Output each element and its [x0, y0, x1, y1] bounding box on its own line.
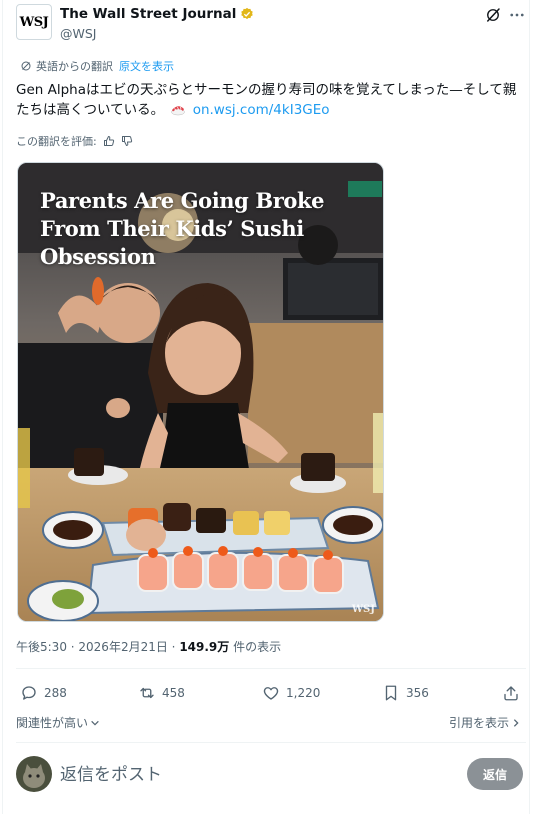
thumbs-up-icon[interactable] [103, 135, 115, 147]
tweet-media-photo[interactable]: Parents Are Going Broke From Their Kids’… [17, 162, 384, 622]
author-avatar[interactable]: WSJ [16, 4, 52, 40]
cat-avatar-icon [16, 756, 52, 792]
meta-separator: · [66, 640, 79, 654]
more-options-icon[interactable] [508, 6, 526, 24]
rate-translation-row: この翻訳を評価: [16, 133, 133, 149]
repost-icon[interactable] [138, 684, 156, 702]
reply-input[interactable]: 返信をポスト [60, 760, 162, 785]
meta-separator-2: · [167, 640, 180, 654]
tweet-link[interactable]: on.wsj.com/4kI3GEo [193, 102, 330, 118]
media-watermark: WSJ [351, 604, 375, 615]
views-label: 件の表示 [229, 640, 282, 654]
translation-label: 英語からの翻訳 [36, 60, 113, 73]
reply-icon[interactable] [20, 684, 38, 702]
timeline-border-left [2, 0, 3, 814]
author-handle[interactable]: @WSJ [60, 26, 96, 41]
verified-badge-icon[interactable] [240, 7, 254, 21]
divider-bottom [16, 742, 526, 743]
tweet-meta: 午後5:30 · 2026年2月21日 · 149.9万 件の表示 [16, 638, 281, 655]
avatar-text: WSJ [19, 14, 49, 30]
like-count: 1,220 [286, 686, 321, 700]
translate-icon [21, 61, 31, 71]
heart-icon[interactable] [262, 684, 280, 702]
user-avatar[interactable] [16, 756, 52, 792]
show-original-link[interactable]: 原文を表示 [119, 58, 174, 74]
reply-count: 288 [44, 686, 67, 700]
like-action[interactable]: 1,220 [262, 684, 320, 702]
divider-top [16, 668, 526, 669]
rate-translation-label: この翻訳を評価: [16, 135, 97, 148]
repost-count: 458 [162, 686, 185, 700]
thumbs-down-icon[interactable] [121, 135, 133, 147]
media-headline: Parents Are Going Broke From Their Kids’… [40, 188, 325, 269]
chevron-right-icon [513, 718, 519, 727]
view-quotes-link[interactable]: 引用を表示 [449, 714, 521, 731]
tweet-date[interactable]: 2026年2月21日 [78, 640, 167, 654]
tweet-text: Gen Alphaはエビの天ぷらとサーモンの握り寿司の味を覚えてしまった—そして… [16, 80, 526, 120]
share-action[interactable] [502, 684, 520, 702]
sort-relevance-dropdown[interactable]: 関連性が高い [16, 714, 100, 731]
author-display-name[interactable]: The Wall Street Journal [60, 6, 236, 22]
reply-action[interactable]: 288 [20, 684, 67, 702]
views-count: 149.9万 [179, 640, 230, 654]
tweet-time[interactable]: 午後5:30 [16, 640, 67, 654]
bookmark-count: 356 [406, 686, 429, 700]
chevron-down-icon [91, 720, 99, 726]
bookmark-action[interactable]: 356 [382, 684, 429, 702]
repost-action[interactable]: 458 [138, 684, 185, 702]
sushi-emoji-icon [171, 106, 186, 116]
share-icon[interactable] [502, 684, 520, 702]
view-quotes-label[interactable]: 引用を表示 [449, 714, 509, 731]
author-name-row[interactable]: The Wall Street Journal [60, 6, 254, 22]
timeline-border-right [529, 0, 530, 814]
reply-submit-button[interactable]: 返信 [467, 758, 523, 790]
translation-notice: 英語からの翻訳 原文を表示 [20, 58, 174, 74]
grok-icon[interactable] [484, 6, 502, 24]
bookmark-icon[interactable] [382, 684, 400, 702]
sort-relevance-label[interactable]: 関連性が高い [16, 714, 88, 731]
